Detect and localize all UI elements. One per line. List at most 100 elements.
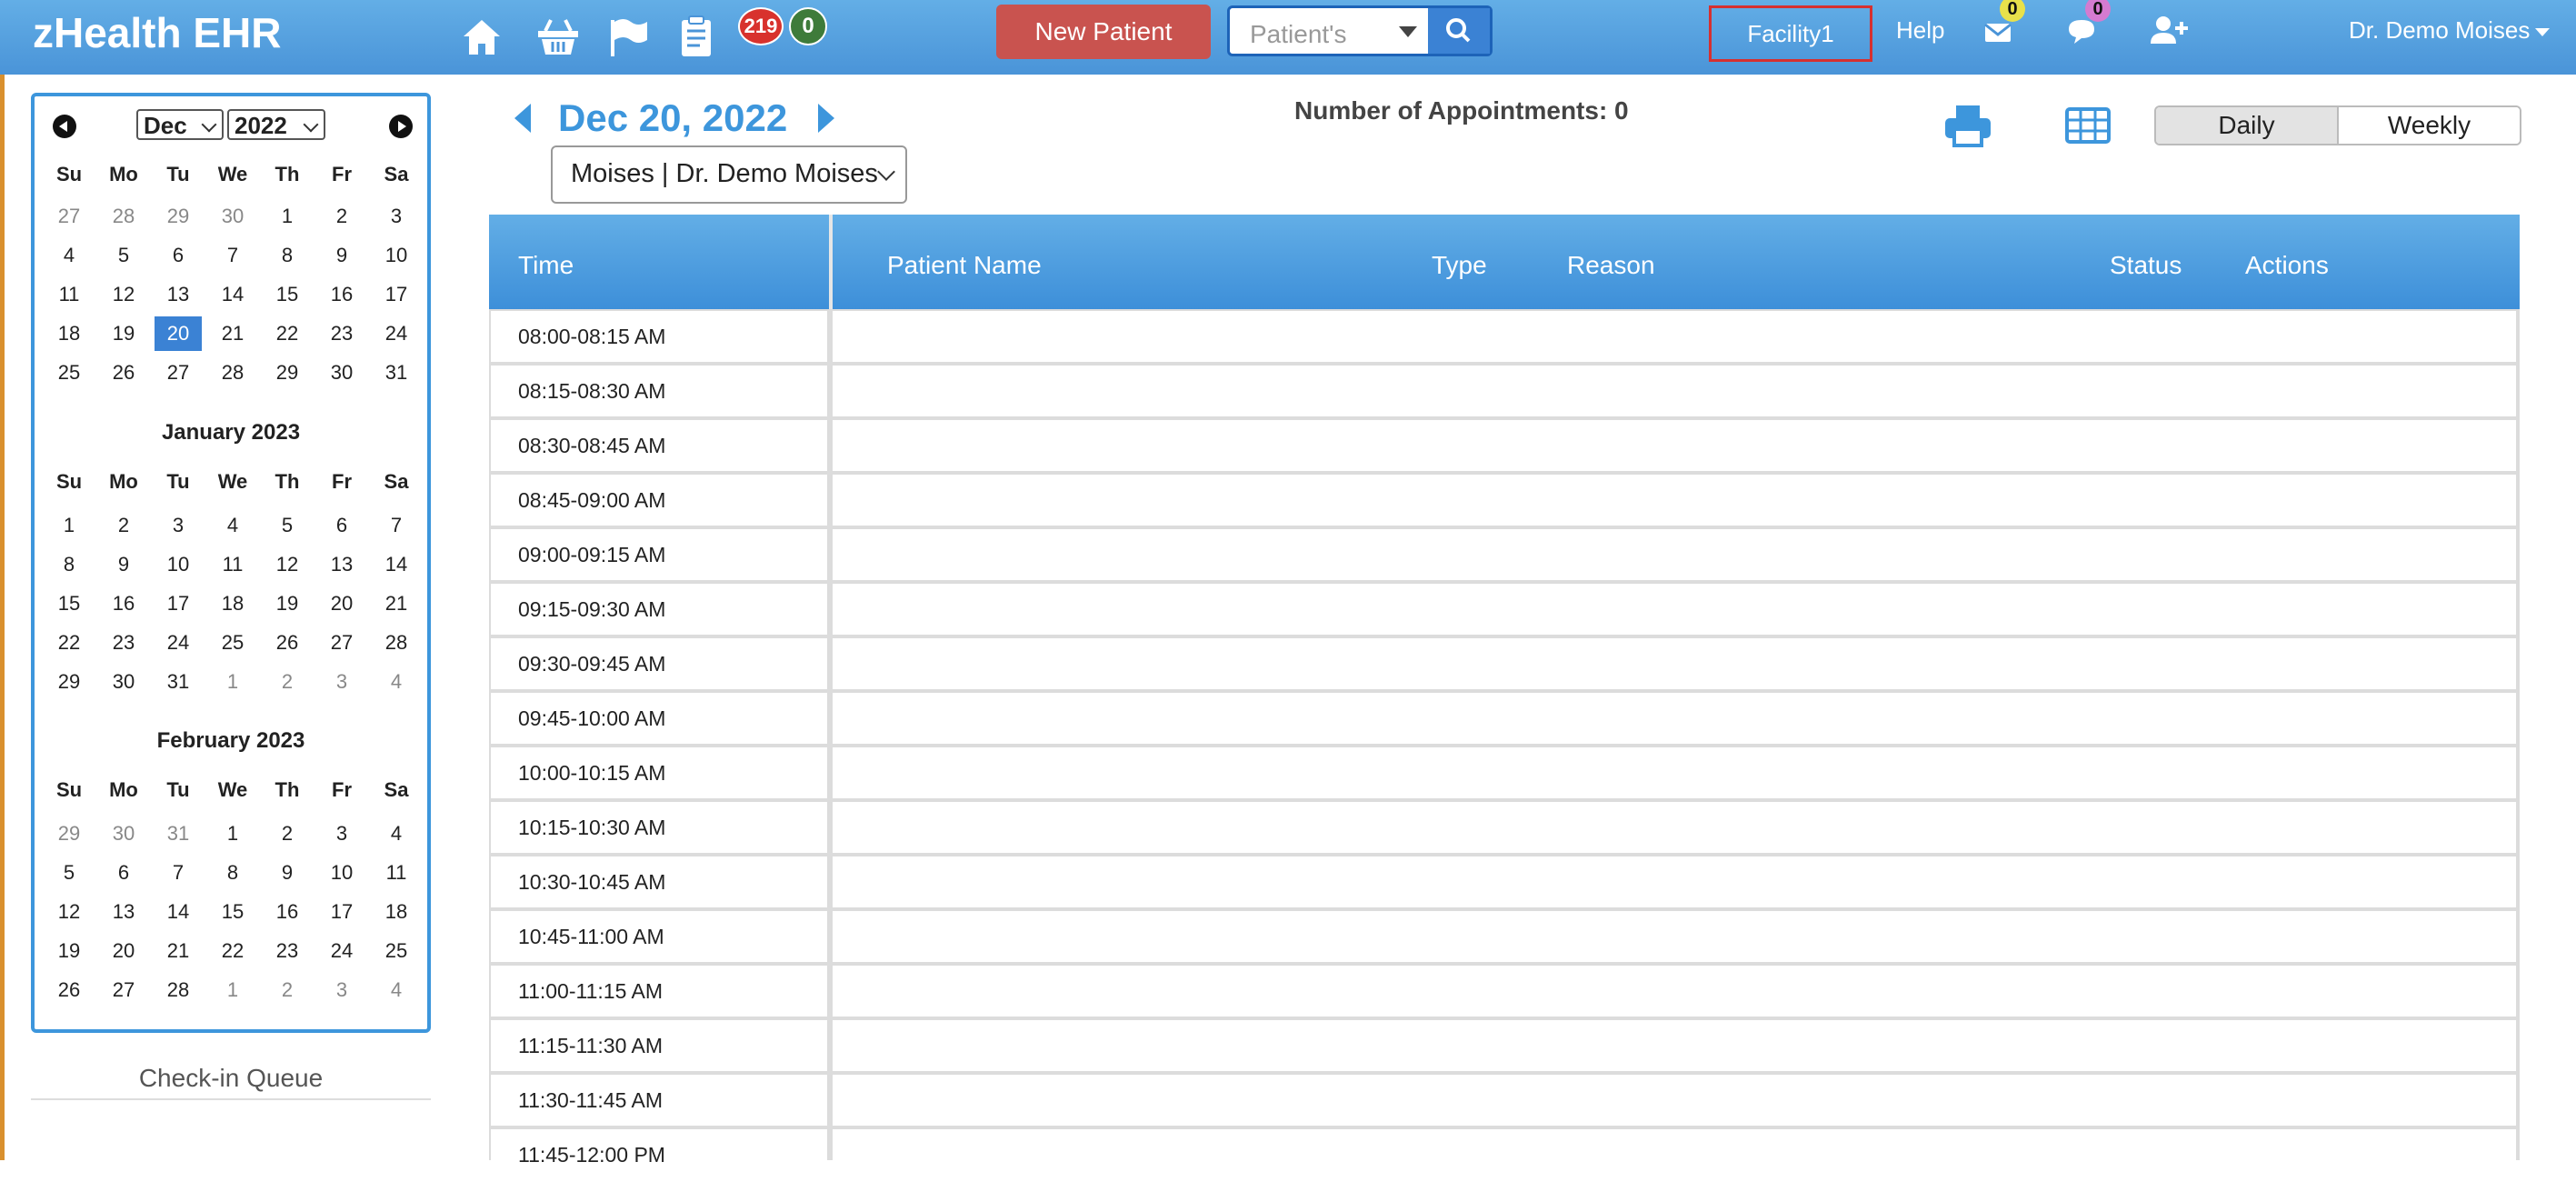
help-link[interactable]: Help xyxy=(1896,16,1944,45)
calendar-day[interactable]: 10 xyxy=(151,546,205,583)
calendar-day[interactable]: 14 xyxy=(205,276,260,313)
calendar-day[interactable]: 24 xyxy=(315,933,369,969)
provider-select[interactable]: Moises | Dr. Demo Moises xyxy=(551,145,907,204)
calendar-day[interactable]: 4 xyxy=(369,972,424,1008)
calendar-day[interactable]: 27 xyxy=(96,972,151,1008)
calendar-day[interactable]: 13 xyxy=(151,276,205,313)
calendar-day[interactable]: 21 xyxy=(205,316,260,352)
table-row[interactable]: 09:00-09:15 AM xyxy=(489,527,2520,582)
calendar-prev-icon[interactable] xyxy=(53,115,76,138)
print-icon[interactable] xyxy=(1943,102,1992,149)
table-row[interactable]: 11:15-11:30 AM xyxy=(489,1018,2520,1073)
calendar-day[interactable]: 27 xyxy=(151,355,205,391)
calendar-day[interactable]: 7 xyxy=(369,507,424,544)
calendar-day[interactable]: 6 xyxy=(315,507,369,544)
table-row[interactable]: 11:00-11:15 AM xyxy=(489,964,2520,1018)
calendar-day[interactable]: 21 xyxy=(151,933,205,969)
calendar-day[interactable]: 9 xyxy=(315,237,369,274)
calendar-day[interactable]: 27 xyxy=(42,198,96,235)
appointment-slot[interactable] xyxy=(833,911,2516,962)
calendar-day[interactable]: 28 xyxy=(96,198,151,235)
calendar-day[interactable]: 3 xyxy=(315,664,369,700)
calendar-day[interactable]: 15 xyxy=(205,894,260,930)
calendar-day[interactable]: 19 xyxy=(96,316,151,352)
calendar-day[interactable]: 2 xyxy=(315,198,369,235)
calendar-day[interactable]: 12 xyxy=(260,546,315,583)
patient-search-input[interactable]: Patient's xyxy=(1250,20,1347,49)
table-view-icon[interactable] xyxy=(2065,107,2111,144)
time-slot-cell[interactable]: 08:15-08:30 AM xyxy=(491,366,827,416)
calendar-day[interactable]: 24 xyxy=(151,625,205,661)
user-menu[interactable]: Dr. Demo Moises xyxy=(2349,16,2551,45)
time-slot-cell[interactable]: 08:30-08:45 AM xyxy=(491,420,827,471)
calendar-day[interactable]: 7 xyxy=(151,855,205,891)
time-slot-cell[interactable]: 10:15-10:30 AM xyxy=(491,802,827,853)
appointment-slot[interactable] xyxy=(833,420,2516,471)
calendar-day[interactable]: 4 xyxy=(369,816,424,852)
table-row[interactable]: 08:15-08:30 AM xyxy=(489,364,2520,418)
next-day-icon[interactable] xyxy=(818,104,834,133)
clipboard-icon[interactable] xyxy=(673,13,720,60)
time-slot-cell[interactable]: 08:45-09:00 AM xyxy=(491,475,827,526)
calendar-day[interactable]: 30 xyxy=(315,355,369,391)
flag-icon[interactable] xyxy=(605,13,653,60)
calendar-day[interactable]: 24 xyxy=(369,316,424,352)
calendar-day[interactable]: 18 xyxy=(42,316,96,352)
calendar-day[interactable]: 11 xyxy=(205,546,260,583)
appointment-slot[interactable] xyxy=(833,1075,2516,1126)
prev-day-icon[interactable] xyxy=(514,104,531,133)
appointment-slot[interactable] xyxy=(833,638,2516,689)
calendar-day[interactable]: 23 xyxy=(260,933,315,969)
appointment-slot[interactable] xyxy=(833,802,2516,853)
calendar-day[interactable]: 16 xyxy=(260,894,315,930)
calendar-day[interactable]: 31 xyxy=(369,355,424,391)
calendar-day[interactable]: 1 xyxy=(42,507,96,544)
calendar-day[interactable]: 31 xyxy=(151,664,205,700)
calendar-day[interactable]: 1 xyxy=(205,972,260,1008)
calendar-day[interactable]: 20 xyxy=(315,586,369,622)
calendar-day[interactable]: 5 xyxy=(42,855,96,891)
time-slot-cell[interactable]: 10:45-11:00 AM xyxy=(491,911,827,962)
calendar-day[interactable]: 14 xyxy=(151,894,205,930)
calendar-day[interactable]: 25 xyxy=(42,355,96,391)
calendar-day[interactable]: 26 xyxy=(42,972,96,1008)
calendar-day[interactable]: 26 xyxy=(260,625,315,661)
calendar-day[interactable]: 25 xyxy=(205,625,260,661)
table-row[interactable]: 10:45-11:00 AM xyxy=(489,909,2520,964)
table-row[interactable]: 10:15-10:30 AM xyxy=(489,800,2520,855)
calendar-day[interactable]: 12 xyxy=(96,276,151,313)
calendar-day[interactable]: 10 xyxy=(315,855,369,891)
calendar-day[interactable]: 17 xyxy=(369,276,424,313)
calendar-day[interactable]: 17 xyxy=(315,894,369,930)
calendar-next-icon[interactable] xyxy=(389,115,413,138)
search-button[interactable] xyxy=(1428,8,1490,54)
time-slot-cell[interactable]: 11:00-11:15 AM xyxy=(491,966,827,1017)
appointment-slot[interactable] xyxy=(833,366,2516,416)
calendar-day[interactable]: 27 xyxy=(315,625,369,661)
calendar-day[interactable]: 15 xyxy=(42,586,96,622)
daily-view-button[interactable]: Daily xyxy=(2156,107,2337,144)
time-slot-cell[interactable]: 10:00-10:15 AM xyxy=(491,747,827,798)
calendar-day[interactable]: 13 xyxy=(96,894,151,930)
calendar-day[interactable]: 8 xyxy=(205,855,260,891)
appointment-slot[interactable] xyxy=(833,1129,2516,1180)
calendar-day[interactable]: 14 xyxy=(369,546,424,583)
facility-selector[interactable]: Facility1 xyxy=(1709,5,1872,62)
calendar-day[interactable]: 18 xyxy=(205,586,260,622)
calendar-day[interactable]: 31 xyxy=(151,816,205,852)
time-slot-cell[interactable]: 09:00-09:15 AM xyxy=(491,529,827,580)
app-brand[interactable]: zHealth EHR xyxy=(33,9,281,56)
calendar-day[interactable]: 28 xyxy=(205,355,260,391)
add-user-icon[interactable] xyxy=(2149,13,2189,49)
calendar-day[interactable]: 22 xyxy=(260,316,315,352)
calendar-day[interactable]: 6 xyxy=(151,237,205,274)
calendar-day[interactable]: 5 xyxy=(96,237,151,274)
calendar-day[interactable]: 2 xyxy=(260,816,315,852)
calendar-day[interactable]: 8 xyxy=(260,237,315,274)
table-row[interactable]: 09:30-09:45 AM xyxy=(489,636,2520,691)
weekly-view-button[interactable]: Weekly xyxy=(2337,107,2520,144)
table-row[interactable]: 10:30-10:45 AM xyxy=(489,855,2520,909)
calendar-day[interactable]: 15 xyxy=(260,276,315,313)
calendar-day[interactable]: 18 xyxy=(369,894,424,930)
time-slot-cell[interactable]: 09:45-10:00 AM xyxy=(491,693,827,744)
